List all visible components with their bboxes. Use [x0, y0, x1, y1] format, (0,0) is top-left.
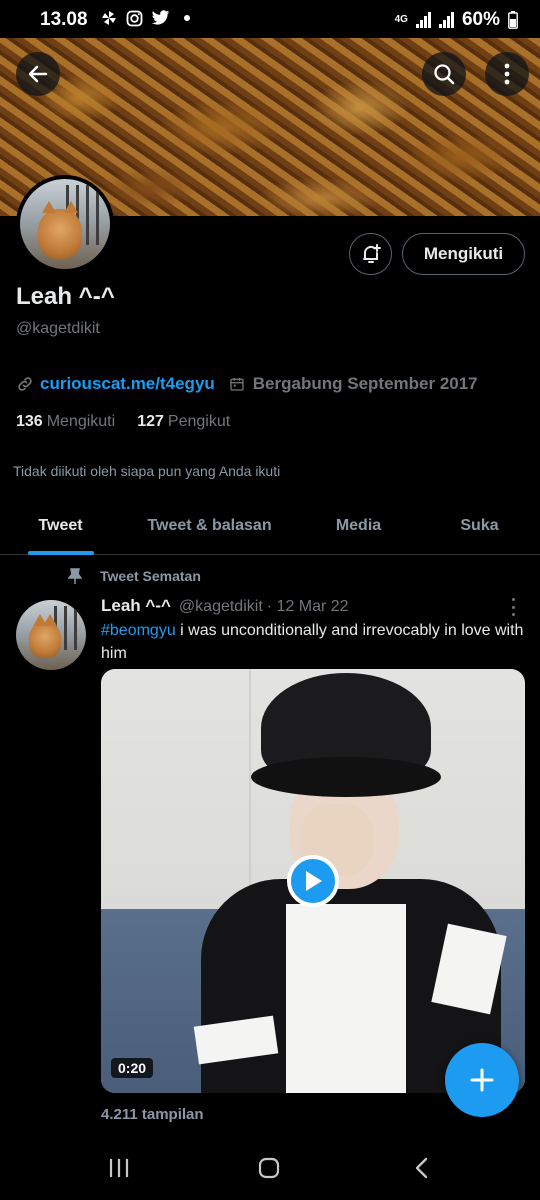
- calendar-icon: [230, 378, 244, 391]
- profile-avatar[interactable]: [16, 175, 114, 273]
- back-nav-button[interactable]: [401, 1153, 441, 1183]
- twitter-icon: [151, 10, 170, 25]
- profile-stats: 136 Mengikuti 127 Pengikut: [16, 413, 230, 431]
- home-icon: [258, 1157, 280, 1179]
- search-button[interactable]: [422, 52, 466, 96]
- recent-apps-button[interactable]: [99, 1153, 139, 1183]
- tweet-hashtag[interactable]: #beomgyu: [101, 622, 176, 639]
- pinned-label-text: Tweet Sematan: [100, 568, 201, 584]
- signal-icon-2: [438, 12, 454, 28]
- home-button[interactable]: [249, 1153, 289, 1183]
- status-bar: 13.08 4G 60%: [0, 0, 540, 38]
- search-icon: [434, 64, 455, 85]
- following-stat[interactable]: 136 Mengikuti: [16, 413, 115, 431]
- tweet-text: #beomgyu i was unconditionally and irrev…: [101, 619, 531, 665]
- tweet-view-count: 4.211 tampilan: [101, 1106, 204, 1123]
- battery-percent: 60%: [461, 9, 500, 30]
- tab-media[interactable]: Media: [298, 497, 419, 555]
- play-icon: [306, 871, 322, 891]
- recent-apps-icon: [109, 1159, 129, 1177]
- tweet-video[interactable]: 0:20: [101, 669, 525, 1093]
- mutual-followers-note: Tidak diikuti oleh siapa pun yang Anda i…: [13, 463, 281, 479]
- more-dot-icon: [511, 613, 515, 616]
- link-icon: [18, 377, 32, 391]
- pin-icon: [68, 568, 82, 584]
- tweet-author-name[interactable]: Leah ^-^: [101, 596, 171, 616]
- tweet-more-options[interactable]: [505, 598, 521, 616]
- pinned-tweet-label: Tweet Sematan: [68, 568, 201, 584]
- system-navigation-bar: [0, 1135, 540, 1200]
- followers-stat[interactable]: 127 Pengikut: [137, 413, 230, 431]
- signal-icon: [415, 12, 431, 28]
- followers-label: Pengikut: [167, 413, 231, 430]
- arrow-left-icon: [28, 65, 48, 83]
- profile-tabs: Tweet Tweet & balasan Media Suka: [0, 497, 540, 555]
- notification-icons: [100, 9, 190, 27]
- network-label: 4G: [394, 14, 408, 25]
- tweet-header: Leah ^-^ @kagetdikit · 12 Mar 22: [101, 596, 349, 616]
- pinwheel-icon: [102, 11, 116, 25]
- following-button[interactable]: Mengikuti: [402, 233, 525, 275]
- bell-plus-icon: [362, 244, 381, 263]
- more-dot-icon: [511, 598, 515, 601]
- notification-toggle-button[interactable]: [349, 233, 392, 275]
- play-button[interactable]: [287, 855, 339, 907]
- more-dot-icon: [511, 605, 515, 609]
- tweet-author-handle[interactable]: @kagetdikit: [179, 598, 263, 616]
- compose-tweet-button[interactable]: [445, 1043, 519, 1117]
- following-label: Mengikuti: [46, 413, 116, 430]
- followers-count: 127: [137, 413, 164, 430]
- profile-handle: @kagetdikit: [16, 320, 100, 337]
- tab-tweet[interactable]: Tweet: [0, 497, 121, 555]
- tweet-date[interactable]: · 12 Mar 22: [267, 598, 349, 616]
- profile-meta: curiouscat.me/t4egyu Bergabung September…: [16, 374, 478, 394]
- more-options-button[interactable]: [485, 52, 529, 96]
- profile-joined-date: Bergabung September 2017: [252, 374, 478, 393]
- instagram-icon: [126, 10, 143, 26]
- plus-icon: [470, 1068, 494, 1092]
- video-duration: 0:20: [111, 1058, 154, 1078]
- chevron-left-icon: [415, 1157, 428, 1179]
- more-vertical-icon: [504, 63, 510, 85]
- status-right: 4G 60%: [395, 9, 518, 31]
- status-time: 13.08: [40, 9, 88, 30]
- back-button[interactable]: [16, 52, 60, 96]
- profile-name: Leah ^-^: [16, 283, 115, 310]
- tab-tweet-replies[interactable]: Tweet & balasan: [121, 497, 298, 555]
- battery-icon: [508, 11, 518, 29]
- following-count: 136: [16, 413, 43, 430]
- tab-likes[interactable]: Suka: [419, 497, 540, 555]
- profile-website-link[interactable]: curiouscat.me/t4egyu: [40, 374, 215, 394]
- dot-icon: [184, 15, 190, 21]
- tweet-author-avatar[interactable]: [16, 600, 86, 670]
